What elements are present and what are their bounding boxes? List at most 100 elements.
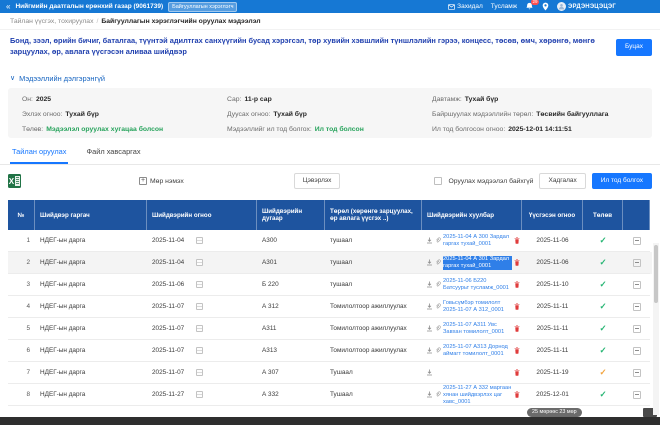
- upload-icon[interactable]: [426, 369, 433, 376]
- decision-no-cell[interactable]: А301: [257, 252, 325, 274]
- vertical-scrollbar-thumb[interactable]: [654, 245, 658, 303]
- attachment-link[interactable]: 2025-11-06 Б220 Батсуурьт тусламж_0001: [443, 278, 512, 292]
- decision-no-cell[interactable]: А300: [257, 230, 325, 252]
- collapse-row-icon[interactable]: [633, 237, 641, 245]
- decision-date-cell[interactable]: 2025-11-27: [147, 384, 257, 406]
- collapse-row-icon[interactable]: [633, 259, 641, 267]
- type-cell[interactable]: Тушаал: [325, 362, 422, 384]
- details-section-toggle[interactable]: ∨ Мэдээллийн дэлгэрэнгүй: [0, 61, 660, 88]
- download-icon[interactable]: [426, 259, 433, 266]
- decision-date-cell[interactable]: 2025-11-04: [147, 252, 257, 274]
- col-decider: Шийдвэр гаргач: [35, 200, 147, 230]
- field-publish-state: Мэдээллийг ил тод болгох:Ил тод болсон: [227, 126, 432, 133]
- delete-icon[interactable]: [514, 369, 520, 376]
- back-button[interactable]: Буцах: [616, 39, 652, 56]
- calendar-icon[interactable]: [196, 347, 203, 354]
- help-menu[interactable]: Тусламж: [491, 3, 517, 10]
- horizontal-scrollbar[interactable]: [0, 417, 660, 425]
- vertical-scrollbar[interactable]: [653, 243, 659, 415]
- tab-report-entry[interactable]: Тайлан оруулах: [10, 147, 68, 164]
- attachment-link[interactable]: Говьсүмбэр томилолт 2025-11-07 А 312_000…: [443, 300, 512, 314]
- decider-cell[interactable]: НДЕГ-ын дарга: [35, 318, 147, 340]
- no-data-checkbox-label[interactable]: Оруулах мэдээлэл байхгүй: [448, 178, 533, 185]
- add-row-button[interactable]: + Мөр нэмэх: [139, 177, 184, 185]
- attachment-link[interactable]: 2025-11-04 А 301 Зардал гаргах тухай_000…: [443, 256, 512, 270]
- attachment-link[interactable]: 2025-11-27 А 332 маргаан хянан шийдвэрлэ…: [443, 385, 512, 405]
- decision-no-cell[interactable]: А 312: [257, 296, 325, 318]
- download-icon[interactable]: [426, 281, 433, 288]
- type-cell[interactable]: Тушаал: [325, 384, 422, 406]
- collapse-row-icon[interactable]: [633, 281, 641, 289]
- type-cell[interactable]: Томилолтоор ажиллуулах: [325, 340, 422, 362]
- attachment-link[interactable]: 2025-11-07 А311 Увс Завхан томилолт_0001: [443, 322, 512, 336]
- attachment-link[interactable]: 2025-11-04 А 300 Зардал гаргах тухай_000…: [443, 234, 512, 248]
- decision-date-cell[interactable]: 2025-11-04: [147, 230, 257, 252]
- type-cell[interactable]: тушаал: [325, 252, 422, 274]
- collapse-row-icon[interactable]: [633, 325, 641, 333]
- user-menu[interactable]: ЭРДЭНЭЦЭЦЭГ: [557, 2, 616, 11]
- collapse-row-icon[interactable]: [633, 303, 641, 311]
- decider-cell[interactable]: НДЕГ-ын дарга: [35, 252, 147, 274]
- type-cell[interactable]: Томилолтоор ажиллуулах: [325, 296, 422, 318]
- type-cell[interactable]: Томилолтоор ажиллуулах: [325, 318, 422, 340]
- decision-date-cell[interactable]: 2025-11-07: [147, 296, 257, 318]
- publish-button[interactable]: Ил тод болгох: [592, 173, 652, 190]
- tab-attach-file[interactable]: Файл хавсаргах: [84, 147, 142, 164]
- delete-icon[interactable]: [514, 281, 520, 288]
- decision-no-cell[interactable]: А 307: [257, 362, 325, 384]
- download-icon[interactable]: [426, 391, 433, 398]
- col-attachment: Шийдвэрийн хуулбар: [422, 200, 522, 230]
- calendar-icon[interactable]: [196, 303, 203, 310]
- decider-cell[interactable]: НДЕГ-ын дарга: [35, 274, 147, 296]
- decision-date-cell[interactable]: 2025-11-06: [147, 274, 257, 296]
- delete-icon[interactable]: [514, 259, 520, 266]
- decision-no-cell[interactable]: А313: [257, 340, 325, 362]
- decision-no-cell[interactable]: Б 220: [257, 274, 325, 296]
- field-label: Ил тод болгосон огноо:: [432, 126, 505, 133]
- delete-icon[interactable]: [514, 391, 520, 398]
- no-data-checkbox[interactable]: [434, 177, 442, 185]
- calendar-icon[interactable]: [196, 391, 203, 398]
- download-icon[interactable]: [426, 303, 433, 310]
- field-label: Сар:: [227, 96, 241, 103]
- calendar-icon[interactable]: [196, 369, 203, 376]
- decision-date-cell[interactable]: 2025-11-07: [147, 340, 257, 362]
- decision-date-cell[interactable]: 2025-11-07: [147, 318, 257, 340]
- field-state: Төлөв:Мэдээлэл оруулах хугацаа болсон: [22, 126, 227, 133]
- collapse-row-icon[interactable]: [633, 369, 641, 377]
- type-cell[interactable]: тушаал: [325, 274, 422, 296]
- decision-no-cell[interactable]: А 332: [257, 384, 325, 406]
- delete-icon[interactable]: [514, 303, 520, 310]
- attachment-link[interactable]: 2025-11-07 А313 Дорнод аймагт томилолт_0…: [443, 344, 512, 358]
- breadcrumb-parent-link[interactable]: Тайлан үүсгэх, тохируулах: [10, 18, 93, 25]
- collapse-row-icon[interactable]: [633, 347, 641, 355]
- decision-no-cell[interactable]: А311: [257, 318, 325, 340]
- download-icon[interactable]: [426, 325, 433, 332]
- collapse-row-icon[interactable]: [633, 391, 641, 399]
- download-icon[interactable]: [426, 347, 433, 354]
- decider-cell[interactable]: НДЕГ-ын дарга: [35, 296, 147, 318]
- calendar-icon[interactable]: [196, 281, 203, 288]
- decider-cell[interactable]: НДЕГ-ын дарга: [35, 384, 147, 406]
- clear-button[interactable]: Цэвэрлэх: [294, 173, 341, 190]
- location-icon[interactable]: [542, 2, 549, 11]
- sidebar-collapse-icon[interactable]: «: [6, 3, 10, 11]
- delete-icon[interactable]: [514, 237, 520, 244]
- decision-date-cell[interactable]: 2025-11-07: [147, 362, 257, 384]
- delete-icon[interactable]: [514, 325, 520, 332]
- notifications-button[interactable]: 29: [525, 2, 534, 11]
- created-date: 2025-12-01: [522, 384, 583, 406]
- decider-cell[interactable]: НДЕГ-ын дарга: [35, 362, 147, 384]
- save-button[interactable]: Хадгалах: [539, 173, 585, 190]
- mail-menu[interactable]: Захидал: [448, 3, 483, 10]
- delete-icon[interactable]: [514, 347, 520, 354]
- calendar-icon[interactable]: [196, 259, 203, 266]
- decider-cell[interactable]: НДЕГ-ын дарга: [35, 230, 147, 252]
- created-date: 2025-11-11: [522, 318, 583, 340]
- type-cell[interactable]: тушаал: [325, 230, 422, 252]
- decider-cell[interactable]: НДЕГ-ын дарга: [35, 340, 147, 362]
- calendar-icon[interactable]: [196, 325, 203, 332]
- excel-export-icon[interactable]: X: [8, 174, 21, 188]
- calendar-icon[interactable]: [196, 237, 203, 244]
- download-icon[interactable]: [426, 237, 433, 244]
